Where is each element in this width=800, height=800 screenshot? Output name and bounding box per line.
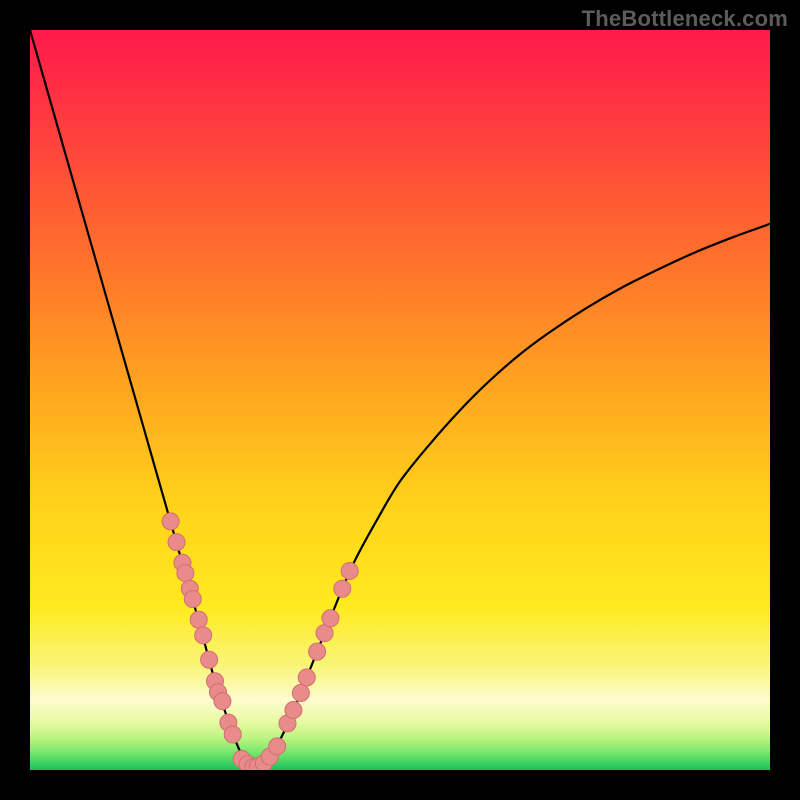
data-dot — [177, 565, 194, 582]
bottleneck-curve — [30, 30, 770, 768]
data-dot — [214, 693, 231, 710]
data-dot — [269, 738, 286, 755]
curve-dots — [162, 513, 358, 770]
data-dot — [195, 627, 212, 644]
data-dot — [298, 669, 315, 686]
data-dot — [190, 611, 207, 628]
curve-layer — [30, 30, 770, 770]
data-dot — [224, 726, 241, 743]
watermark-text: TheBottleneck.com — [582, 6, 788, 32]
data-dot — [292, 685, 309, 702]
data-dot — [184, 591, 201, 608]
chart-canvas: TheBottleneck.com — [0, 0, 800, 800]
data-dot — [334, 580, 351, 597]
data-dot — [341, 562, 358, 579]
data-dot — [309, 643, 326, 660]
data-dot — [322, 610, 339, 627]
plot-area — [30, 30, 770, 770]
data-dot — [201, 651, 218, 668]
data-dot — [162, 513, 179, 530]
data-dot — [168, 534, 185, 551]
data-dot — [285, 702, 302, 719]
